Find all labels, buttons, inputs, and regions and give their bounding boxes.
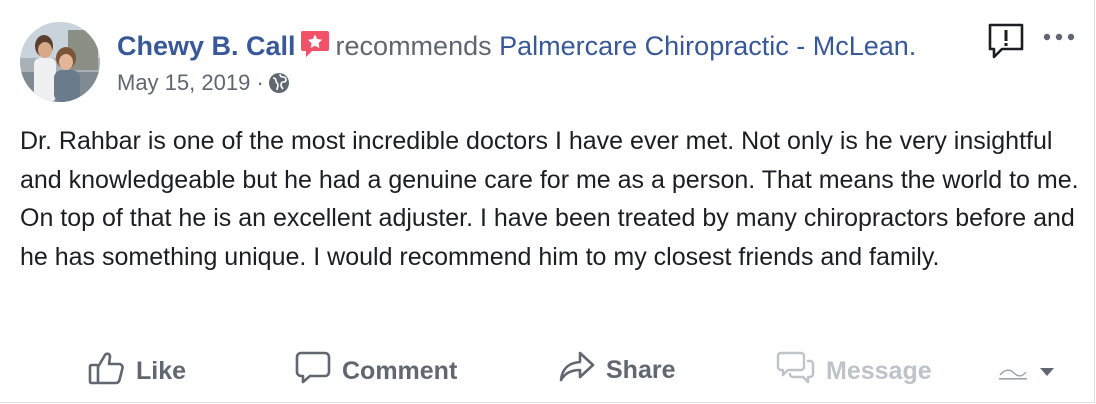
page-logo-icon xyxy=(996,362,1030,380)
speech-bubble-icon xyxy=(294,350,342,393)
like-button[interactable]: Like xyxy=(88,350,186,393)
action-bar: Like Comment Share Message xyxy=(0,342,1094,398)
message-label: Message xyxy=(826,357,932,385)
more-options-icon[interactable] xyxy=(1042,30,1076,48)
globe-icon[interactable] xyxy=(268,72,290,100)
post-body-text: Dr. Rahbar is one of the most incredible… xyxy=(20,127,1079,271)
post-date-link[interactable]: May 15, 2019 xyxy=(117,70,250,95)
comment-label: Comment xyxy=(342,357,458,385)
post-meta: May 15, 2019 · xyxy=(117,70,290,100)
meta-separator: · xyxy=(256,70,264,95)
post-header: Chewy B. Call recommends Palmercare Chir… xyxy=(117,30,916,65)
author-avatar[interactable] xyxy=(20,22,100,102)
chevron-down-icon xyxy=(1038,356,1066,385)
thumbs-up-icon xyxy=(88,350,136,393)
like-label: Like xyxy=(136,357,187,385)
message-bubbles-icon xyxy=(776,350,826,393)
review-post-card: Chewy B. Call recommends Palmercare Chir… xyxy=(0,0,1095,403)
page-selector[interactable] xyxy=(996,356,1066,385)
share-button[interactable]: Share xyxy=(558,350,675,391)
author-name-link[interactable]: Chewy B. Call xyxy=(117,31,296,61)
recommends-label: recommends xyxy=(335,31,492,61)
message-button[interactable]: Message xyxy=(776,350,932,393)
share-arrow-icon xyxy=(558,350,606,391)
report-flag-icon[interactable] xyxy=(986,22,1026,67)
recommend-star-icon xyxy=(300,30,330,65)
page-name-link[interactable]: Palmercare Chiropractic - McLean. xyxy=(499,31,916,61)
share-label: Share xyxy=(606,356,676,384)
comment-button[interactable]: Comment xyxy=(294,350,457,393)
